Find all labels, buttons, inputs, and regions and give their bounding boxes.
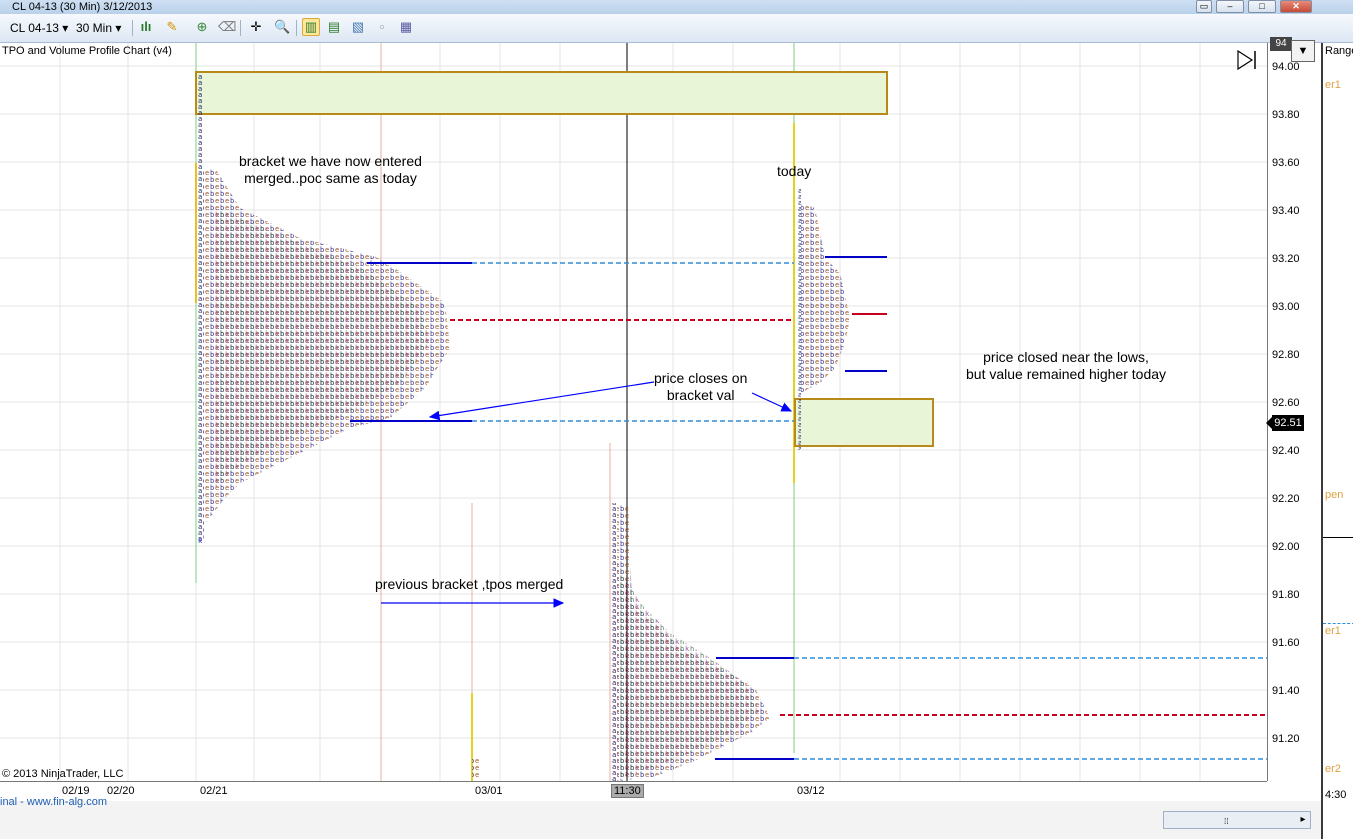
close-button[interactable]: ✕ xyxy=(1280,0,1312,13)
arrow-to-val xyxy=(428,381,655,421)
annotation-price-closes: price closes on bracket val xyxy=(654,370,748,403)
panel-label: Range xyxy=(1325,45,1353,57)
price-tick: 94.00 xyxy=(1272,61,1300,73)
annotation-previous-bracket: previous bracket ,tpos merged xyxy=(375,576,564,592)
panel-label: er1 xyxy=(1325,79,1341,91)
toolbar-separator xyxy=(296,20,297,36)
indicator-label: TPO and Volume Profile Chart (v4) xyxy=(2,45,172,57)
tpo-profile-today xyxy=(801,203,850,393)
window-title: CL 04-13 (30 Min) 3/12/2013 xyxy=(12,1,153,13)
chart-panel[interactable]: a b e h k k xyxy=(0,43,1268,781)
price-tick: 92.80 xyxy=(1272,349,1300,361)
date-tick: 03/01 xyxy=(475,785,503,797)
plus-icon[interactable]: ⊕ xyxy=(194,19,210,35)
price-tick: 92.00 xyxy=(1272,541,1300,553)
scroll-grip-icon[interactable]: ⁞⁞ xyxy=(1224,817,1228,826)
price-tick: 93.00 xyxy=(1272,301,1300,313)
price-axis[interactable]: 94.00 93.80 93.60 93.40 93.20 93.00 92.8… xyxy=(1268,43,1321,781)
time-axis[interactable]: 02/19 02/20 02/21 03/01 03/12 11:30 xyxy=(0,781,1267,802)
minimize-button[interactable]: – xyxy=(1216,0,1244,13)
crosshair-icon[interactable]: ✛ xyxy=(248,19,264,35)
price-axis-top-label: 94 xyxy=(1270,37,1292,51)
date-tick: 02/20 xyxy=(107,785,135,797)
price-tick: 91.20 xyxy=(1272,733,1300,745)
toolbar-separator xyxy=(240,20,241,36)
price-tick: 91.80 xyxy=(1272,589,1300,601)
bar-chart-icon[interactable]: ılı xyxy=(138,19,154,35)
indicators-icon[interactable]: ▥ xyxy=(302,18,320,36)
panel-label: er2 xyxy=(1325,763,1341,775)
price-tick: 91.40 xyxy=(1272,685,1300,697)
right-side-panel: Range er1 pen er1 er2 4:30 xyxy=(1321,43,1353,839)
instrument-selector[interactable]: CL 04-13 ▾ xyxy=(10,19,68,37)
price-tick: 93.20 xyxy=(1272,253,1300,265)
interval-selector[interactable]: 30 Min ▾ xyxy=(76,19,121,37)
panel-line xyxy=(1323,623,1353,624)
restore-button[interactable]: ▭ xyxy=(1196,0,1212,13)
window-titlebar: CL 04-13 (30 Min) 3/12/2013 ▭ – □ ✕ xyxy=(0,0,1353,15)
tpo-profile-lower-left xyxy=(611,503,617,781)
price-tick: 93.40 xyxy=(1272,205,1300,217)
horizontal-scrollbar[interactable]: ▸ ⁞⁞ xyxy=(1163,811,1311,829)
annotation-closed-near-lows: price closed near the lows, but value re… xyxy=(966,349,1167,382)
templates-icon[interactable]: ▦ xyxy=(398,19,414,35)
zoom-icon[interactable]: 🔍 xyxy=(274,19,290,35)
annotation-bracket: bracket we have now entered merged..poc … xyxy=(239,153,422,186)
tpo-profile-0301 xyxy=(472,758,480,780)
annotation-today: today xyxy=(777,163,812,179)
panel-divider xyxy=(1323,537,1353,538)
date-tick: 02/21 xyxy=(200,785,228,797)
tpo-profile-lower-late xyxy=(617,563,760,778)
price-tick: 91.60 xyxy=(1272,637,1300,649)
pencil-icon[interactable]: ✎ xyxy=(164,19,180,35)
price-tick: 92.40 xyxy=(1272,445,1300,457)
panel-label: er1 xyxy=(1325,625,1341,637)
price-tick: 93.80 xyxy=(1272,109,1300,121)
axis-dropdown-button[interactable]: ▼ xyxy=(1291,40,1315,62)
price-tick: 92.20 xyxy=(1272,493,1300,505)
source-link[interactable]: inal - www.fin-alg.com xyxy=(0,796,107,808)
eraser-icon[interactable]: ⌫ xyxy=(218,19,236,35)
panel-label: pen xyxy=(1325,489,1344,501)
strategies-icon[interactable]: ▤ xyxy=(326,19,342,35)
price-tick: 92.60 xyxy=(1272,397,1300,409)
resistance-box[interactable] xyxy=(195,71,888,115)
status-area xyxy=(0,801,1321,839)
chart-canvas: a b e h k k xyxy=(0,43,1267,781)
chart-icon[interactable]: ▧ xyxy=(350,19,366,35)
tpo-profile-today-col xyxy=(796,188,801,450)
panel-label: 4:30 xyxy=(1325,789,1347,801)
value-box[interactable] xyxy=(794,398,934,447)
price-tick: 93.60 xyxy=(1272,157,1300,169)
date-tick: 03/12 xyxy=(797,785,825,797)
maximize-button[interactable]: □ xyxy=(1248,0,1276,13)
chart-toolbar: CL 04-13 ▾ 30 Min ▾ ılı ✎ ⊕ ⌫ ✛ 🔍 ▥ ▤ ▧ … xyxy=(0,14,1353,43)
last-price-flag: 92.51 xyxy=(1266,415,1304,431)
scroll-right-icon[interactable]: ▸ xyxy=(1296,812,1310,828)
cursor-time-flag: 11:30 xyxy=(611,784,644,798)
properties-icon[interactable]: ▫ xyxy=(374,19,390,35)
copyright-text: © 2013 NinjaTrader, LLC xyxy=(2,768,124,780)
toolbar-separator xyxy=(132,20,133,36)
